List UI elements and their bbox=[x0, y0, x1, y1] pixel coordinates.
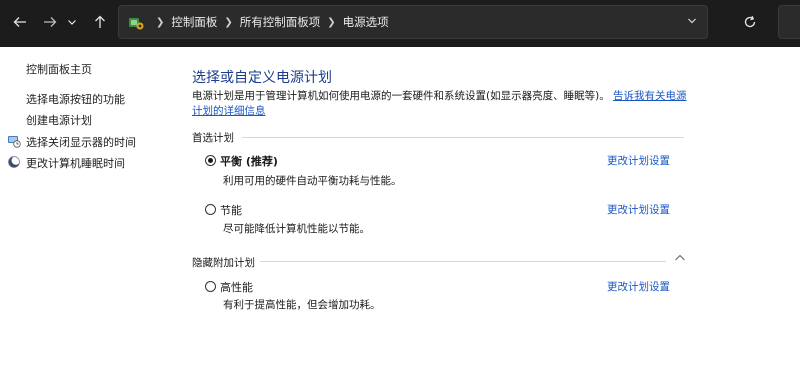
breadcrumb: ❯ 控制面板 ❯ 所有控制面板项 ❯ 电源选项 bbox=[149, 6, 389, 38]
refresh-button[interactable] bbox=[736, 8, 764, 36]
recent-locations-button[interactable] bbox=[63, 8, 81, 36]
change-balanced-settings-link[interactable]: 更改计划设置 bbox=[607, 153, 670, 168]
power-button-function-link[interactable]: 选择电源按钮的功能 bbox=[26, 91, 125, 107]
forward-button[interactable] bbox=[38, 8, 62, 36]
plan-high-performance-radio[interactable] bbox=[205, 281, 216, 292]
plan-power-saver-description: 尽可能降低计算机性能以节能。 bbox=[223, 223, 370, 235]
sleep-time-link[interactable]: 更改计算机睡眠时间 bbox=[26, 155, 125, 171]
breadcrumb-separator-icon: ❯ bbox=[224, 16, 233, 28]
breadcrumb-separator-icon: ❯ bbox=[327, 16, 336, 28]
display-off-time-link[interactable]: 选择关闭显示器的时间 bbox=[26, 134, 136, 150]
left-pane: 控制面板主页 选择电源按钮的功能 创建电源计划 选择关闭显示器的时间 更改计算机… bbox=[0, 47, 180, 382]
breadcrumb-separator-icon: ❯ bbox=[156, 16, 165, 28]
navigation-bar: ❯ 控制面板 ❯ 所有控制面板项 ❯ 电源选项 bbox=[0, 0, 800, 47]
change-power-saver-settings-link[interactable]: 更改计划设置 bbox=[607, 202, 670, 217]
plan-balanced-name[interactable]: 平衡 (推荐) bbox=[220, 153, 278, 169]
preferred-plans-heading: 首选计划 bbox=[192, 132, 234, 144]
create-power-plan-link[interactable]: 创建电源计划 bbox=[26, 112, 92, 128]
refresh-icon bbox=[744, 15, 756, 28]
description-text: 电源计划是用于管理计算机如何使用电源的一套硬件和系统设置(如显示器亮度、睡眠等)… bbox=[192, 90, 610, 102]
arrow-up-icon bbox=[95, 15, 105, 28]
up-button[interactable] bbox=[88, 8, 112, 36]
change-high-performance-settings-link[interactable]: 更改计划设置 bbox=[607, 279, 670, 294]
back-button[interactable] bbox=[8, 8, 32, 36]
monitor-timer-icon bbox=[8, 136, 21, 148]
page-title: 选择或自定义电源计划 bbox=[192, 70, 332, 86]
main-content: 选择或自定义电源计划 电源计划是用于管理计算机如何使用电源的一套硬件和系统设置(… bbox=[190, 47, 800, 382]
plan-high-performance-description: 有利于提高性能，但会增加功耗。 bbox=[223, 299, 381, 311]
section-divider bbox=[242, 137, 684, 138]
arrow-right-icon bbox=[44, 17, 57, 27]
control-panel-icon bbox=[129, 18, 144, 30]
hidden-plans-heading: 隐藏附加计划 bbox=[192, 257, 255, 269]
breadcrumb-control-panel[interactable]: 控制面板 bbox=[171, 14, 217, 30]
arrow-left-icon bbox=[13, 17, 26, 27]
chevron-down-icon[interactable] bbox=[687, 14, 697, 28]
plan-balanced-description: 利用可用的硬件自动平衡功耗与性能。 bbox=[223, 175, 402, 187]
breadcrumb-power-options[interactable]: 电源选项 bbox=[343, 14, 389, 30]
plan-power-saver-name[interactable]: 节能 bbox=[220, 202, 242, 218]
chevron-up-icon[interactable] bbox=[674, 253, 686, 263]
breadcrumb-all-items[interactable]: 所有控制面板项 bbox=[240, 14, 321, 30]
plan-power-saver-radio[interactable] bbox=[205, 204, 216, 215]
plan-balanced-radio[interactable] bbox=[205, 155, 216, 166]
search-box[interactable] bbox=[778, 5, 800, 39]
plan-high-performance-name[interactable]: 高性能 bbox=[220, 279, 253, 295]
section-divider bbox=[260, 261, 666, 262]
control-panel-home-link[interactable]: 控制面板主页 bbox=[26, 61, 92, 77]
page-description: 电源计划是用于管理计算机如何使用电源的一套硬件和系统设置(如显示器亮度、睡眠等)… bbox=[192, 89, 692, 119]
address-bar[interactable]: ❯ 控制面板 ❯ 所有控制面板项 ❯ 电源选项 bbox=[118, 5, 708, 39]
chevron-down-icon bbox=[68, 20, 76, 25]
sleep-moon-icon bbox=[8, 156, 21, 168]
